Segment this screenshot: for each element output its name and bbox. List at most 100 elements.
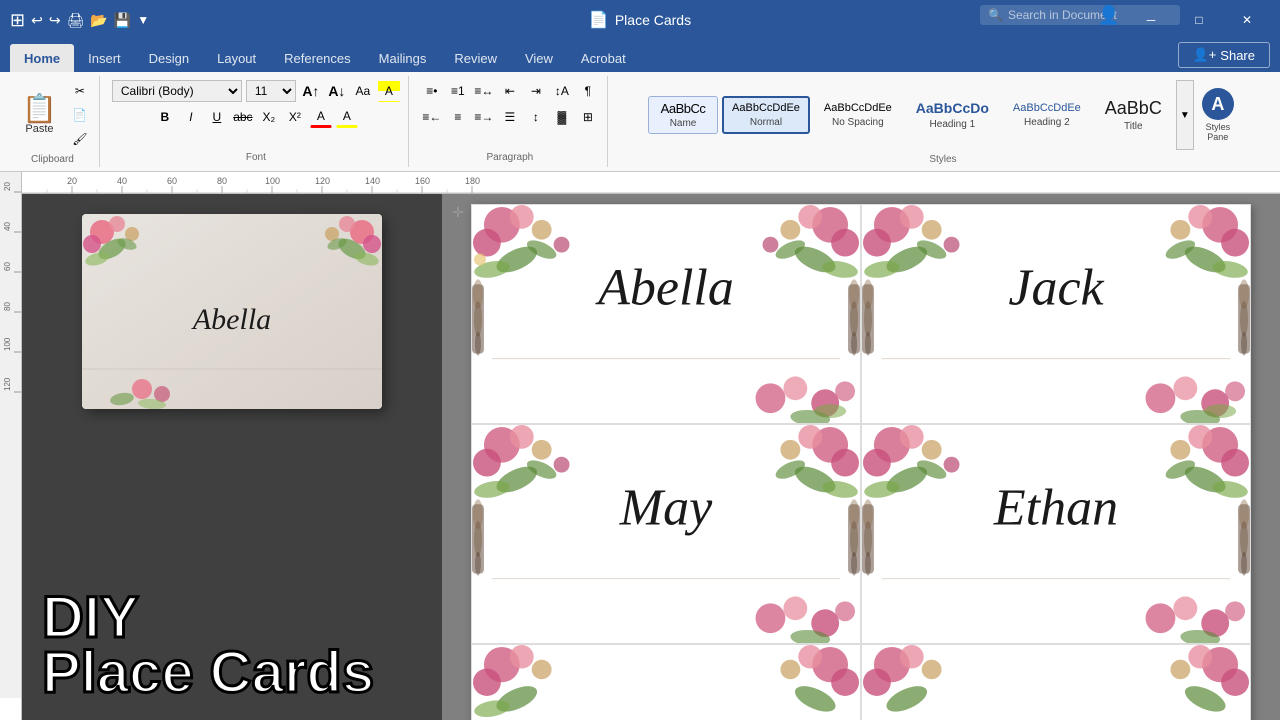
maximize-button[interactable]: □ — [1176, 4, 1222, 36]
quick-access-undo[interactable]: ↩ — [31, 12, 43, 29]
align-center-button[interactable]: ≡ — [447, 106, 469, 128]
font-color-button[interactable]: A — [310, 106, 332, 128]
tab-view[interactable]: View — [511, 44, 567, 72]
ribbon: 📋 Paste ✂ 📄 🖌 Clipboard Calibri (Body) 1… — [0, 72, 1280, 172]
tab-acrobat[interactable]: Acrobat — [567, 44, 640, 72]
place-card-ethan[interactable]: Ethan — [861, 424, 1251, 644]
move-handle[interactable]: ✛ — [452, 204, 464, 221]
show-formatting-button[interactable]: ¶ — [577, 80, 599, 102]
underline-button[interactable]: U — [206, 106, 228, 128]
svg-text:160: 160 — [415, 176, 430, 186]
paragraph-label: Paragraph — [487, 148, 534, 163]
para-row-2: ≡← ≡ ≡→ ☰ ↕ ▓ ⊞ — [421, 106, 599, 128]
text-highlight-button[interactable]: A — [336, 106, 358, 128]
tab-references[interactable]: References — [270, 44, 364, 72]
style-title-preview: AaBbC — [1105, 98, 1162, 120]
quick-access-more[interactable]: ▼ — [137, 13, 149, 27]
document-area[interactable]: ✛ — [442, 194, 1280, 720]
svg-text:120: 120 — [315, 176, 330, 186]
italic-button[interactable]: I — [180, 106, 202, 128]
font-size-select[interactable]: 11 — [246, 80, 296, 102]
tab-review[interactable]: Review — [440, 44, 511, 72]
svg-text:60: 60 — [3, 262, 12, 271]
style-no-spacing-preview: AaBbCcDdEe — [824, 102, 892, 115]
clear-format-button[interactable]: Aa — [352, 80, 374, 102]
styles-content: AaBbCc Name AaBbCcDdEe Normal AaBbCcDdEe… — [648, 80, 1238, 150]
justify-button[interactable]: ☰ — [499, 106, 521, 128]
search-input[interactable] — [1008, 8, 1158, 22]
tab-insert[interactable]: Insert — [74, 44, 135, 72]
left-panel: Abella DIY Place Cards — [22, 194, 442, 720]
quick-access-open[interactable]: 📂 — [90, 12, 107, 29]
document-title: Place Cards — [615, 12, 691, 28]
card-name-may: May — [620, 478, 712, 537]
style-name[interactable]: AaBbCc Name — [648, 96, 718, 135]
place-card-abella[interactable]: Abella — [471, 204, 861, 424]
borders-button[interactable]: ⊞ — [577, 106, 599, 128]
paste-icon: 📋 — [22, 95, 57, 123]
font-grow-button[interactable]: A↑ — [300, 80, 322, 102]
svg-text:80: 80 — [3, 302, 12, 311]
quick-access-print[interactable]: 🖨 — [67, 12, 85, 29]
overlay-text: DIY Place Cards — [42, 590, 422, 700]
bold-button[interactable]: B — [154, 106, 176, 128]
superscript-button[interactable]: X² — [284, 106, 306, 128]
styles-scroll-button[interactable]: ▼ — [1176, 80, 1194, 150]
font-family-select[interactable]: Calibri (Body) — [112, 80, 242, 102]
font-group: Calibri (Body) 11 A↑ A↓ Aa A B I U abc X… — [104, 76, 409, 167]
doc-icon: 📄 — [589, 10, 609, 30]
tab-mailings[interactable]: Mailings — [365, 44, 441, 72]
card-name-abella: Abella — [598, 258, 734, 317]
style-normal[interactable]: AaBbCcDdEe Normal — [722, 96, 810, 134]
place-card-6[interactable] — [861, 644, 1251, 720]
style-name-preview: AaBbCc — [661, 101, 706, 117]
font-row-1: Calibri (Body) 11 A↑ A↓ Aa A — [112, 80, 400, 102]
svg-text:20: 20 — [67, 176, 77, 186]
bullets-button[interactable]: ≡• — [421, 80, 443, 102]
tab-layout[interactable]: Layout — [203, 44, 270, 72]
sort-button[interactable]: ↕A — [551, 80, 573, 102]
decrease-indent-button[interactable]: ⇤ — [499, 80, 521, 102]
line-spacing-button[interactable]: ↕ — [525, 106, 547, 128]
card-name-jack: Jack — [1008, 258, 1103, 317]
tab-design[interactable]: Design — [135, 44, 203, 72]
highlight-button[interactable]: A — [378, 80, 400, 102]
numbering-button[interactable]: ≡1 — [447, 80, 469, 102]
align-left-button[interactable]: ≡← — [421, 106, 443, 128]
style-heading1[interactable]: AaBbCcDo Heading 1 — [906, 94, 999, 136]
quick-access-save[interactable]: 💾 — [114, 12, 131, 29]
paste-button[interactable]: 📋 Paste — [14, 91, 65, 139]
align-right-button[interactable]: ≡→ — [473, 106, 495, 128]
styles-pane-button[interactable]: A StylesPane — [1198, 84, 1238, 146]
para-row-1: ≡• ≡1 ≡↔ ⇤ ⇥ ↕A ¶ — [421, 80, 599, 102]
place-card-may[interactable]: May — [471, 424, 861, 644]
multilevel-button[interactable]: ≡↔ — [473, 80, 495, 102]
place-card-5[interactable] — [471, 644, 861, 720]
strikethrough-button[interactable]: abc — [232, 106, 254, 128]
copy-button[interactable]: 📄 — [69, 104, 91, 126]
format-painter-button[interactable]: 🖌 — [69, 128, 91, 150]
font-shrink-button[interactable]: A↓ — [326, 80, 348, 102]
svg-text:Abella: Abella — [191, 303, 271, 336]
svg-text:120: 120 — [3, 377, 12, 391]
user-account-btn[interactable]: 👤 — [1098, 5, 1120, 26]
tab-home[interactable]: Home — [10, 44, 74, 72]
subscript-button[interactable]: X₂ — [258, 106, 280, 128]
style-heading1-label: Heading 1 — [930, 119, 976, 130]
paragraph-content: ≡• ≡1 ≡↔ ⇤ ⇥ ↕A ¶ ≡← ≡ ≡→ ☰ ↕ ▓ ⊞ — [421, 80, 599, 148]
cut-button[interactable]: ✂ — [69, 80, 91, 102]
app-logo-icon: ⊞ — [10, 10, 25, 31]
paragraph-group: ≡• ≡1 ≡↔ ⇤ ⇥ ↕A ¶ ≡← ≡ ≡→ ☰ ↕ ▓ ⊞ Paragr… — [413, 76, 608, 167]
style-heading2[interactable]: AaBbCcDdEe Heading 2 — [1003, 96, 1091, 134]
share-button[interactable]: 👤+ Share — [1178, 42, 1270, 68]
vertical-ruler: 20 40 60 80 100 120 — [0, 172, 22, 720]
quick-access-redo[interactable]: ↪ — [49, 12, 61, 29]
style-no-spacing[interactable]: AaBbCcDdEe No Spacing — [814, 96, 902, 134]
shading-button[interactable]: ▓ — [551, 106, 573, 128]
close-button[interactable]: ✕ — [1224, 4, 1270, 36]
search-bar[interactable]: 🔍 — [980, 5, 1180, 25]
svg-text:100: 100 — [3, 337, 12, 351]
increase-indent-button[interactable]: ⇥ — [525, 80, 547, 102]
style-title[interactable]: AaBbC Title — [1095, 92, 1172, 139]
place-card-jack[interactable]: Jack — [861, 204, 1251, 424]
